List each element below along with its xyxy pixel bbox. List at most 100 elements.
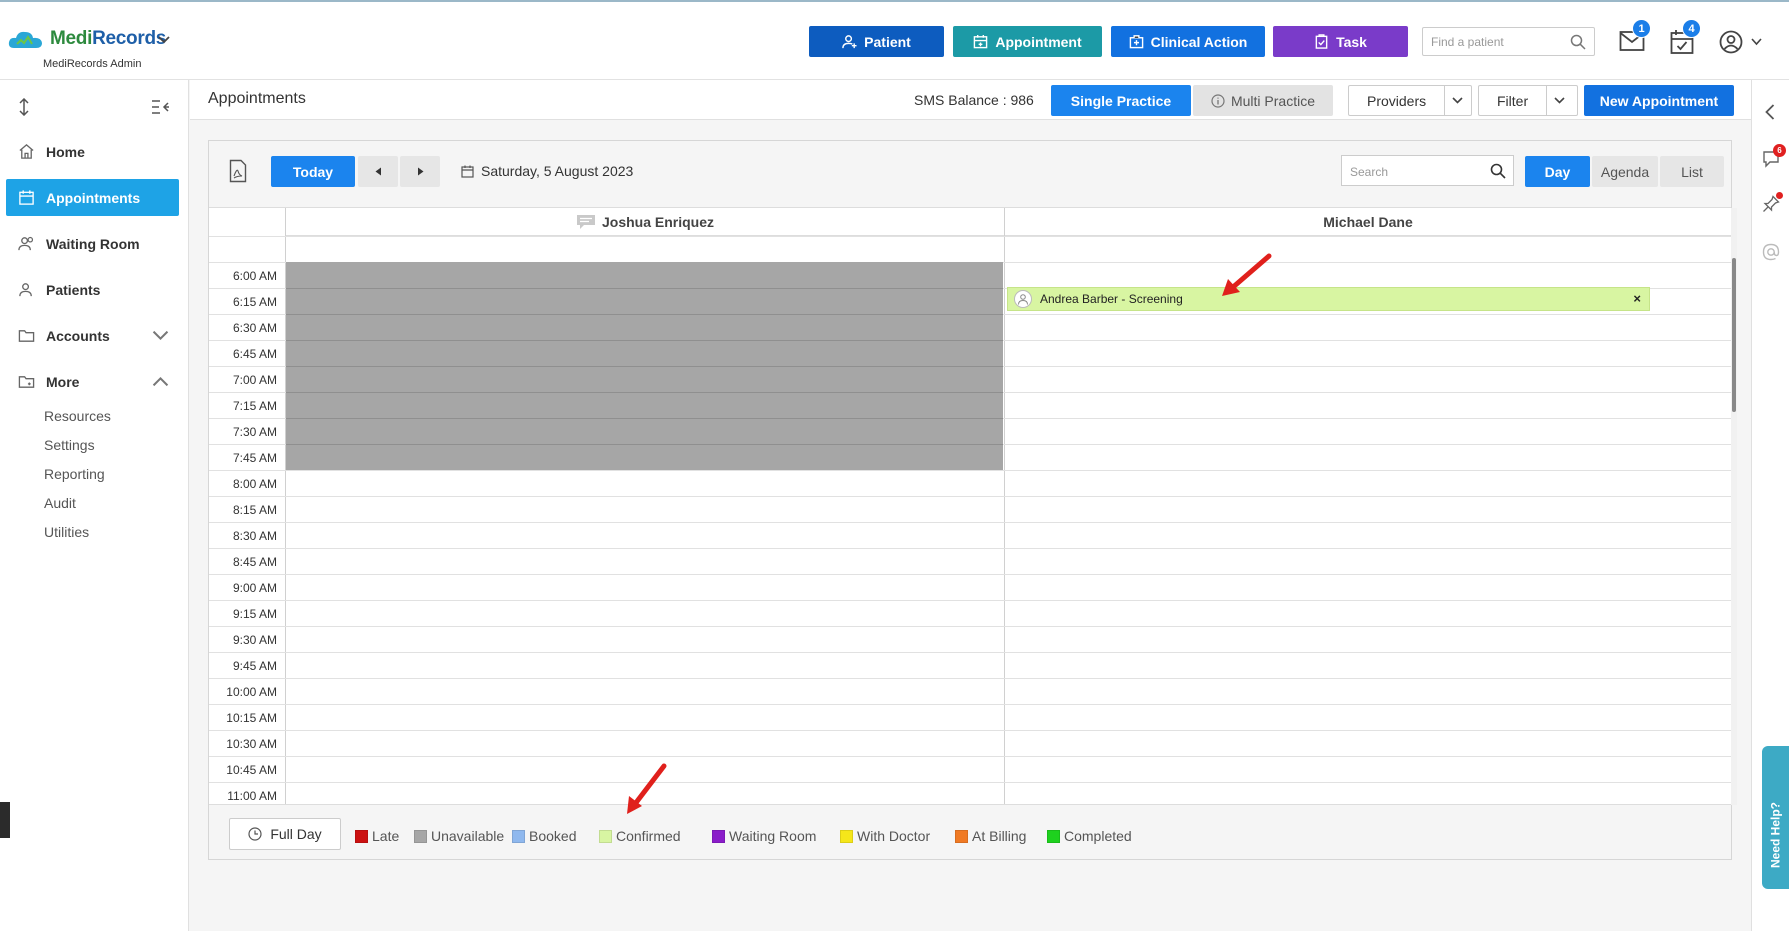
sidebar-subitem-reporting[interactable]: Reporting [44, 466, 105, 482]
filter-caret[interactable] [1546, 86, 1572, 115]
sidebar-item-patients[interactable]: Patients [6, 271, 179, 308]
caret-right-icon [417, 167, 423, 176]
user-profile-icon[interactable] [1719, 30, 1743, 54]
unavailable-slot-divider [286, 444, 1003, 445]
sidebar-item-label: Appointments [46, 189, 141, 206]
sidebar-subitem-resources[interactable]: Resources [44, 408, 111, 424]
chevron-down-icon[interactable] [158, 36, 170, 44]
pdf-export-icon[interactable] [229, 159, 247, 183]
date-picker[interactable]: Saturday, 5 August 2023 [461, 163, 633, 179]
filter-label: Filter [1497, 92, 1529, 109]
scrollbar-thumb[interactable] [1732, 258, 1736, 412]
time-label: 9:00 AM [232, 581, 277, 595]
legend-item: Completed [1047, 828, 1132, 844]
slot-line [209, 522, 1731, 523]
time-label: 7:15 AM [232, 399, 277, 413]
legend-item: At Billing [955, 828, 1026, 844]
clinical-action-button[interactable]: Clinical Action [1111, 26, 1265, 57]
logo-subtitle: MediRecords Admin [43, 58, 142, 70]
at-sign-icon[interactable] [1762, 243, 1780, 261]
time-label: 10:15 AM [226, 711, 277, 725]
view-agenda-tab[interactable]: Agenda [1592, 156, 1658, 187]
calendar-badge: 4 [1682, 19, 1701, 38]
single-practice-toggle[interactable]: Single Practice [1051, 85, 1191, 116]
view-list-tab[interactable]: List [1660, 156, 1724, 187]
sidebar-item-home[interactable]: Home [6, 133, 179, 170]
find-patient-input[interactable]: Find a patient [1422, 27, 1595, 56]
legend-swatch [512, 829, 525, 843]
cloud-logo-icon [8, 31, 42, 48]
sidebar-subitem-utilities[interactable]: Utilities [44, 524, 89, 540]
user-plus-icon [842, 35, 857, 49]
chevron-down-icon [1554, 97, 1565, 104]
search-icon[interactable] [1570, 34, 1586, 50]
next-day-button[interactable] [400, 156, 440, 187]
chevron-down-icon[interactable] [1751, 38, 1762, 46]
legend-label: Booked [529, 828, 577, 844]
page-header: Appointments SMS Balance : 986 Single Pr… [190, 80, 1751, 120]
time-label: 8:15 AM [232, 503, 277, 517]
prev-day-button[interactable] [358, 156, 398, 187]
unavailable-slot-divider [286, 366, 1003, 367]
patient-button[interactable]: Patient [809, 26, 944, 57]
mail-badge: 1 [1632, 19, 1651, 38]
legend-item: Booked [512, 828, 576, 844]
legend-swatch [355, 829, 368, 843]
search-icon[interactable] [1490, 163, 1506, 179]
providers-caret[interactable] [1444, 86, 1470, 115]
info-icon [1211, 93, 1225, 108]
legend-label: Late [372, 828, 400, 844]
message-icon[interactable] [576, 214, 596, 230]
legend-label: Completed [1064, 828, 1132, 844]
slot-line [209, 548, 1731, 549]
multi-practice-toggle[interactable]: Multi Practice [1193, 85, 1333, 116]
providers-dropdown[interactable]: Providers [1348, 85, 1472, 116]
sidebar-item-accounts[interactable]: Accounts [6, 317, 179, 354]
sidebar: Home Appointments Waiting Room Patients … [0, 80, 189, 931]
annotation-arrow [1222, 253, 1272, 296]
status-legend: Full Day Late Unavailable Booked Confirmed W… [209, 804, 1731, 859]
provider-column-header: Joshua Enriquez [286, 208, 1004, 236]
view-day-tab[interactable]: Day [1525, 156, 1590, 187]
calendar-plus-icon [974, 34, 988, 49]
clock-icon [248, 827, 262, 841]
side-handle[interactable] [0, 802, 10, 838]
time-label: 8:30 AM [232, 529, 277, 543]
sidebar-item-more[interactable]: More [6, 363, 179, 400]
page-title: Appointments [208, 90, 306, 107]
chevron-left-icon[interactable] [1765, 104, 1775, 120]
slot-line [209, 600, 1731, 601]
slot-line [209, 626, 1731, 627]
schedule-search-input[interactable]: Search [1341, 155, 1514, 186]
app-logo[interactable]: MediRecords [8, 28, 166, 50]
users-icon [18, 236, 34, 251]
slot-line [209, 470, 1731, 471]
appointment-button[interactable]: Appointment [953, 26, 1102, 57]
appointment-card[interactable]: Andrea Barber - Screening × [1007, 287, 1650, 311]
legend-label: Waiting Room [729, 828, 817, 844]
time-label: 6:00 AM [232, 269, 277, 283]
sidebar-item-label: Home [46, 143, 85, 160]
legend-swatch [840, 829, 853, 843]
sidebar-item-waiting-room[interactable]: Waiting Room [6, 225, 179, 262]
help-chat-icon[interactable] [1768, 894, 1784, 908]
top-header: MediRecords MediRecords Admin Patient Ap… [0, 0, 1789, 80]
slot-line [209, 678, 1731, 679]
collapse-sidebar-icon[interactable] [151, 99, 169, 115]
legend-label: At Billing [972, 828, 1027, 844]
close-icon[interactable]: × [1633, 291, 1641, 306]
full-day-button[interactable]: Full Day [229, 818, 341, 850]
sidebar-subitem-settings[interactable]: Settings [44, 437, 95, 453]
time-label: 10:30 AM [226, 737, 277, 751]
filter-dropdown[interactable]: Filter [1478, 85, 1578, 116]
sidebar-subitem-audit[interactable]: Audit [44, 495, 76, 511]
task-button[interactable]: Task [1273, 26, 1408, 57]
sidebar-item-label: Waiting Room [46, 235, 140, 252]
expand-vertical-icon[interactable] [18, 98, 30, 116]
unavailable-slot-divider [286, 314, 1003, 315]
current-date: Saturday, 5 August 2023 [481, 163, 634, 179]
today-button[interactable]: Today [271, 156, 355, 187]
sidebar-item-appointments[interactable]: Appointments [6, 179, 179, 216]
new-appointment-button[interactable]: New Appointment [1584, 85, 1734, 116]
time-label: 6:45 AM [232, 347, 277, 361]
